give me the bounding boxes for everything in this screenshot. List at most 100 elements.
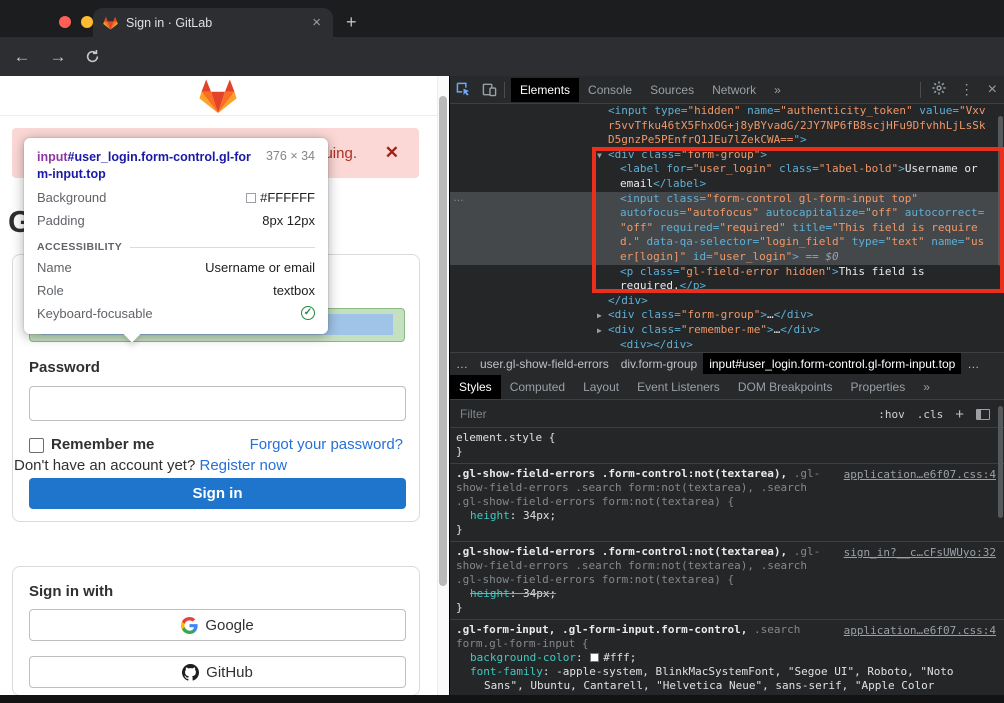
stylesheet-link[interactable]: application…e6f07.css:4	[844, 624, 996, 637]
style-rule-line[interactable]: height: 34px;	[456, 509, 996, 523]
devtools-toolbar: ElementsConsoleSourcesNetwork» ⋮	[450, 76, 1004, 104]
tree-line[interactable]: ▶<div class="form-group">…</div>	[450, 308, 1004, 323]
styles-tab-dombreakpoints[interactable]: DOM Breakpoints	[729, 374, 842, 400]
devtools-tab-elements[interactable]: Elements	[511, 78, 579, 102]
filter-input[interactable]: Filter	[460, 407, 487, 421]
browser-toolbar: ← → gitlab.com/users/sign_in?__cf_chl_js…	[0, 37, 1004, 76]
tree-line[interactable]: ▶<div class="remember-me">…</div>	[450, 323, 1004, 338]
browser-tab[interactable]: Sign in · GitLab ×	[93, 8, 333, 37]
breadcrumb-item[interactable]: div.form-group	[615, 353, 703, 375]
alert-close-icon[interactable]: ✕	[385, 143, 399, 163]
settings-gear-icon[interactable]	[925, 81, 953, 98]
annotation-red-box	[592, 147, 1004, 293]
tree-line[interactable]: r5vvTfku46tX5FhxOG+j8yBYvadG/2JY7NP6fB8s…	[450, 119, 1004, 134]
devtools-tab-console[interactable]: Console	[579, 77, 641, 103]
styles-scrollbar-thumb[interactable]	[998, 406, 1003, 518]
tooltip-role-row: Role textbox	[37, 283, 315, 299]
color-swatch	[590, 653, 599, 662]
devtools-tabs: ElementsConsoleSourcesNetwork»	[511, 77, 790, 103]
remember-me-checkbox[interactable]	[29, 438, 44, 453]
style-rule-line[interactable]: .gl-show-field-errors form:not(textarea)…	[456, 573, 996, 587]
devtools-tab-sources[interactable]: Sources	[641, 77, 703, 103]
reload-icon	[85, 49, 100, 64]
styles-tab-layout[interactable]: Layout	[574, 374, 628, 400]
stylesheet-link[interactable]: sign_in?__c…cFsUWUyo:32	[844, 546, 996, 559]
style-rule-line[interactable]: show-field-errors .search form:not(texta…	[456, 481, 996, 495]
color-swatch	[246, 193, 256, 203]
devtools-tab-[interactable]: »	[765, 77, 790, 103]
styles-tab-more[interactable]: »	[914, 374, 939, 400]
page-scrollbar-thumb[interactable]	[439, 96, 447, 586]
signin-with-heading: Sign in with	[29, 583, 113, 600]
devtools-close-icon[interactable]: ×	[981, 81, 1004, 99]
page-scrollbar[interactable]	[437, 76, 449, 703]
breadcrumb: …user.gl-show-field-errorsdiv.form-group…	[450, 352, 1004, 374]
device-toolbar-icon[interactable]	[476, 78, 502, 102]
style-rule-line[interactable]: form.gl-form-input {	[456, 637, 996, 651]
new-style-rule-button[interactable]: +	[955, 406, 964, 423]
register-now-link[interactable]: Register now	[200, 457, 288, 474]
forward-button[interactable]: →	[46, 45, 70, 69]
style-rule-line[interactable]: element.style {	[456, 431, 996, 445]
google-signin-button[interactable]: Google	[29, 609, 406, 641]
github-signin-button[interactable]: GitHub	[29, 656, 406, 688]
style-rule-line[interactable]: }	[456, 523, 996, 537]
styles-tab-computed[interactable]: Computed	[501, 374, 574, 400]
tree-line[interactable]: <input type="hidden" name="authenticity_…	[450, 104, 1004, 119]
style-rule-line[interactable]: .gl-show-field-errors form:not(textarea)…	[456, 495, 996, 509]
macos-close-button[interactable]	[59, 16, 71, 28]
styles-tab-styles[interactable]: Styles	[450, 375, 501, 399]
tree-line[interactable]: </div>	[450, 294, 1004, 309]
breadcrumb-item[interactable]: …	[961, 353, 985, 375]
style-rule-line[interactable]: Sans", Ubuntu, Cantarell, "Helvetica Neu…	[456, 679, 996, 693]
tooltip-dimensions: 376 × 34	[266, 149, 315, 183]
signin-button[interactable]: Sign in	[29, 478, 406, 509]
check-circle-icon: ✓	[301, 306, 315, 320]
gitlab-signin-page: nuing. ✕ G Password Remember me Forgot y…	[0, 76, 449, 703]
gitlab-logo	[199, 78, 237, 114]
tooltip-accessibility-header: ACCESSIBILITY	[37, 241, 315, 253]
style-rule-line[interactable]: background-color: #fff;	[456, 651, 996, 665]
tree-line[interactable]: D5gnzPe5PEnfrQ1JEu7lZekCWA==">	[450, 133, 1004, 148]
styles-filter-bar: Filter :hov .cls +	[450, 400, 1004, 428]
forgot-password-link[interactable]: Forgot your password?	[250, 436, 403, 453]
inspect-element-icon[interactable]	[450, 78, 476, 102]
style-rule-line[interactable]: }	[456, 445, 996, 459]
styles-tab-eventlisteners[interactable]: Event Listeners	[628, 374, 729, 400]
style-rule: application…e6f07.css:4.gl-form-input, .…	[450, 620, 1004, 703]
gutter-more-icon: …	[453, 192, 465, 204]
tooltip-selector: input#user_login.form-control.gl-form-in…	[37, 149, 252, 183]
breadcrumb-item[interactable]: user.gl-show-field-errors	[474, 353, 615, 375]
styles-sidebar-tabs: StylesComputedLayoutEvent ListenersDOM B…	[450, 374, 1004, 400]
style-rule-line[interactable]: }	[456, 601, 996, 615]
tree-line[interactable]: <div></div>	[450, 338, 1004, 353]
style-rule-line[interactable]: show-field-errors .search form:not(texta…	[456, 559, 996, 573]
style-rule-line[interactable]: height: 34px;	[456, 587, 996, 601]
devtools-menu-icon[interactable]: ⋮	[953, 81, 981, 98]
register-prompt: Don't have an account yet? Register now	[14, 457, 287, 474]
style-rule-line[interactable]: font-family: -apple-system, BlinkMacSyst…	[456, 665, 996, 679]
toggle-hover-state-button[interactable]: :hov	[878, 408, 905, 421]
reload-button[interactable]	[80, 47, 104, 71]
new-tab-button[interactable]: +	[346, 11, 357, 33]
expand-arrow-icon[interactable]: ▶	[597, 309, 602, 324]
tooltip-name-row: Name Username or email	[37, 260, 315, 276]
password-input[interactable]	[29, 386, 406, 421]
stylesheet-link[interactable]: application…e6f07.css:4	[844, 468, 996, 481]
devtools-panel: ElementsConsoleSourcesNetwork» ⋮	[449, 76, 1004, 703]
devtools-tab-network[interactable]: Network	[703, 77, 765, 103]
toggle-class-button[interactable]: .cls	[917, 408, 944, 421]
screenshot-cutoff-strip	[0, 695, 1004, 703]
breadcrumb-item[interactable]: …	[450, 353, 474, 375]
styles-tab-properties[interactable]: Properties	[842, 374, 915, 400]
style-rule: element.style {}	[450, 428, 1004, 464]
breadcrumb-item[interactable]: input#user_login.form-control.gl-form-in…	[703, 353, 961, 375]
back-button[interactable]: ←	[10, 45, 34, 69]
tab-close-icon[interactable]: ×	[310, 15, 323, 30]
expand-arrow-icon[interactable]: ▶	[597, 324, 602, 339]
macos-minimize-button[interactable]	[81, 16, 93, 28]
tab-bar: Sign in · GitLab × +	[0, 0, 1004, 37]
tab-title: Sign in · GitLab	[126, 16, 310, 30]
tooltip-background-row: Background #FFFFFF	[37, 190, 315, 206]
sidebar-dock-icon[interactable]	[976, 409, 990, 420]
